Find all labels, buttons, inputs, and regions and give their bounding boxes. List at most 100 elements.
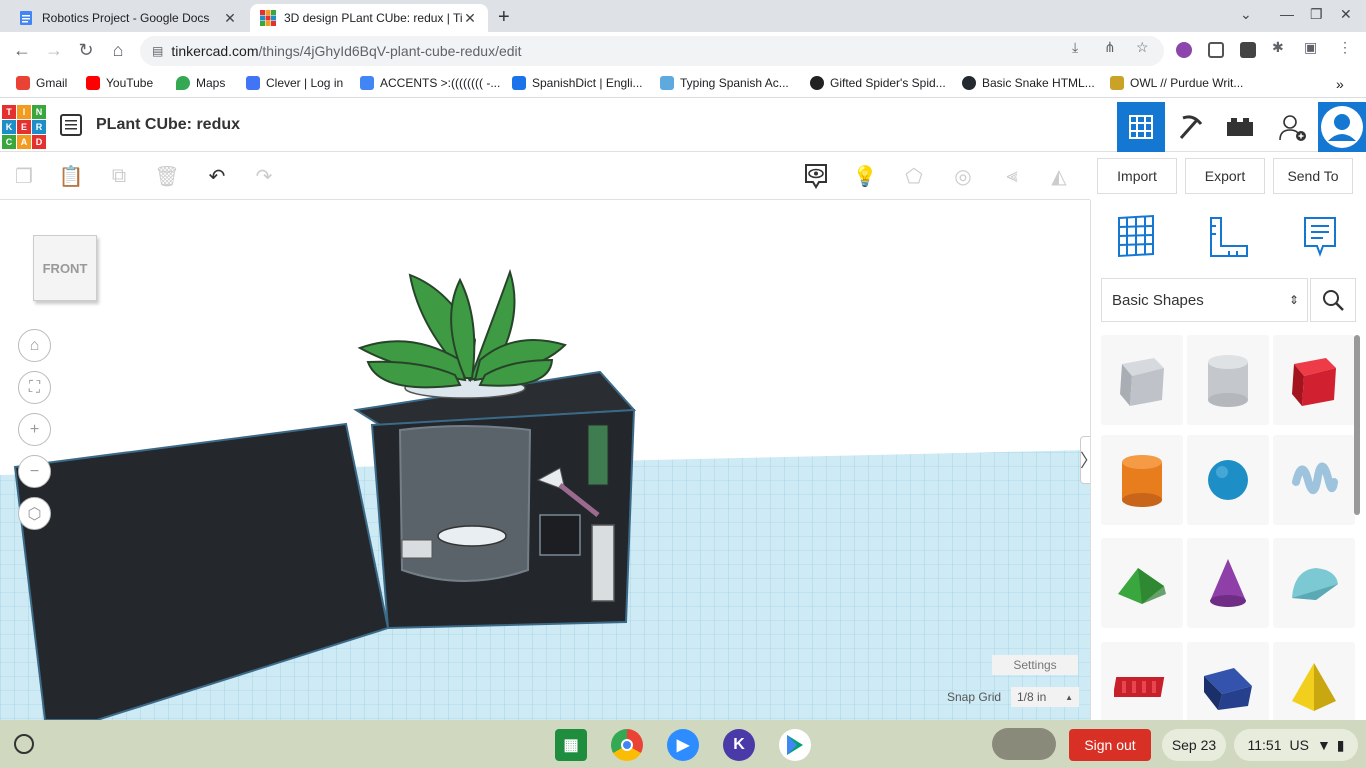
address-bar[interactable]: ▤ tinkercad.com/things/4jGhyId6BqV-plant… — [140, 36, 1164, 66]
shape-category-select[interactable]: Basic Shapes ⇕ — [1101, 278, 1308, 322]
bookmark-gmail[interactable]: Gmail — [16, 76, 67, 90]
shape-box-hole[interactable] — [1101, 335, 1183, 425]
workplane[interactable]: 〉 — [0, 200, 1090, 720]
shape-cylinder[interactable] — [1101, 435, 1183, 525]
classroom-icon[interactable]: ▦ — [555, 729, 587, 761]
bookmarks-overflow-icon[interactable]: » — [1336, 76, 1344, 92]
more-menu-icon[interactable]: ⋮ — [1338, 39, 1352, 56]
settings-button[interactable]: Settings — [992, 655, 1078, 675]
tab-tinkercad[interactable]: 3D design PLant CUbe: redux | Ti ✕ — [250, 4, 488, 32]
bookmark-typing-spanish[interactable]: Typing Spanish Ac... — [660, 76, 789, 90]
delete-icon[interactable]: 🗑 — [153, 162, 181, 190]
kami-icon[interactable]: K — [723, 729, 755, 761]
workplane-canvas[interactable] — [0, 200, 1090, 720]
minimize-icon[interactable]: — — [1280, 6, 1294, 22]
panel-collapse-icon[interactable]: 〉 — [1080, 436, 1090, 484]
shape-box[interactable] — [1273, 335, 1355, 425]
zoom-out-icon[interactable]: − — [18, 455, 51, 488]
bookmark-maps[interactable]: Maps — [176, 76, 225, 90]
back-icon[interactable]: ← — [11, 40, 33, 61]
3d-view-button[interactable] — [1117, 102, 1165, 152]
share-icon[interactable]: ⋔ — [1104, 39, 1116, 56]
date-pill[interactable]: Sep 23 — [1162, 729, 1226, 761]
bookmark-youtube[interactable]: YouTube — [86, 76, 153, 90]
bricks-button[interactable] — [1216, 102, 1264, 152]
lightbulb-icon[interactable]: 💡 — [851, 162, 879, 190]
restore-icon[interactable]: ❐ — [1310, 6, 1323, 23]
search-button[interactable] — [1310, 278, 1356, 322]
fit-view-icon[interactable]: ⛶ — [18, 371, 51, 404]
side-panel-icon[interactable]: ▣ — [1304, 39, 1317, 56]
bookmark-clever[interactable]: Clever | Log in — [246, 76, 343, 90]
shield-extension-icon[interactable] — [1208, 42, 1224, 58]
github-icon — [962, 76, 976, 90]
zoom-icon[interactable]: ▶ — [667, 729, 699, 761]
play-store-icon[interactable] — [779, 729, 811, 761]
screenshot-thumbnails[interactable] — [992, 728, 1056, 760]
chevron-down-icon[interactable]: ⌄ — [1240, 6, 1252, 23]
workplane-tool-icon[interactable] — [1115, 214, 1157, 258]
shape-round-roof[interactable] — [1273, 538, 1355, 628]
shape-cylinder-hole[interactable] — [1187, 335, 1269, 425]
redo-icon[interactable]: ↷ — [250, 162, 278, 190]
send-to-button[interactable]: Send To — [1273, 158, 1353, 194]
panel-scrollbar[interactable] — [1354, 335, 1360, 515]
profile-button[interactable] — [1318, 102, 1366, 152]
bookmark-accents[interactable]: ACCENTS >:(((((((( -... — [360, 76, 500, 90]
copy-icon[interactable]: ❐ — [10, 162, 38, 190]
cloud-icon — [660, 76, 674, 90]
show-hide-icon[interactable] — [802, 162, 830, 190]
new-tab-icon[interactable]: + — [498, 6, 510, 29]
system-tray[interactable]: 11:51 US ▼ ▮ — [1234, 729, 1358, 761]
window-close-icon[interactable]: ✕ — [1340, 6, 1352, 23]
home-view-icon[interactable]: ⌂ — [18, 329, 51, 362]
design-list-icon[interactable] — [60, 114, 82, 136]
bookmark-basic-snake[interactable]: Basic Snake HTML... — [962, 76, 1095, 90]
site-info-icon[interactable]: ▤ — [152, 44, 163, 58]
puzzle-icon[interactable]: ✱ — [1272, 39, 1284, 56]
launcher-icon[interactable] — [14, 734, 34, 754]
sign-out-button[interactable]: Sign out — [1069, 729, 1151, 761]
export-button[interactable]: Export — [1185, 158, 1265, 194]
tab-google-docs[interactable]: Robotics Project - Google Docs ✕ — [8, 4, 248, 32]
import-button[interactable]: Import — [1097, 158, 1177, 194]
design-title[interactable]: PLant CUbe: redux — [96, 116, 240, 134]
solid-shape-icon[interactable]: ⬠ — [900, 162, 928, 190]
forward-icon[interactable]: → — [43, 40, 65, 61]
mirror-icon[interactable]: ◭ — [1045, 162, 1073, 190]
codeblocks-button[interactable] — [1166, 102, 1214, 152]
zoom-in-icon[interactable]: + — [18, 413, 51, 446]
install-icon[interactable]: ⤓ — [1072, 39, 1078, 56]
bookmark-gifted-spider[interactable]: Gifted Spider's Spid... — [810, 76, 946, 90]
shape-roof[interactable] — [1101, 538, 1183, 628]
bookmark-spanishdict[interactable]: SpanishDict | Engli... — [512, 76, 643, 90]
reload-icon[interactable]: ↻ — [75, 40, 97, 61]
view-cube[interactable]: FRONT — [33, 235, 97, 301]
extension-icon[interactable] — [1240, 42, 1256, 58]
shape-pyramid[interactable] — [1273, 642, 1355, 720]
shape-sphere[interactable] — [1187, 435, 1269, 525]
duplicate-icon[interactable]: ⧉ — [105, 162, 133, 190]
shape-text[interactable] — [1101, 642, 1183, 720]
shape-wedge[interactable] — [1187, 642, 1269, 720]
ruler-icon[interactable] — [1207, 216, 1249, 258]
notes-icon[interactable] — [1303, 216, 1337, 258]
home-icon[interactable]: ⌂ — [107, 40, 129, 61]
chrome-icon[interactable] — [611, 729, 643, 761]
undo-icon[interactable]: ↶ — [203, 162, 231, 190]
shape-scribble[interactable] — [1273, 435, 1355, 525]
plant-leaves[interactable] — [357, 268, 567, 389]
tinkercad-logo[interactable]: T I N K E R C A D — [2, 105, 46, 149]
bookmark-owl-purdue[interactable]: OWL // Purdue Writ... — [1110, 76, 1243, 90]
shape-cone[interactable] — [1187, 538, 1269, 628]
close-icon[interactable]: ✕ — [222, 10, 238, 27]
hole-shape-icon[interactable]: ◎ — [949, 162, 977, 190]
close-icon[interactable]: ✕ — [462, 10, 478, 27]
snap-grid-select[interactable]: 1/8 in ▲ — [1011, 687, 1079, 707]
perspective-icon[interactable]: ⬡ — [18, 497, 51, 530]
invite-user-button[interactable] — [1268, 102, 1316, 152]
align-icon[interactable]: ⫷ — [998, 162, 1026, 190]
bookmark-star-icon[interactable]: ☆ — [1136, 39, 1149, 56]
kami-extension-icon[interactable] — [1176, 42, 1192, 58]
paste-icon[interactable]: 📋 — [57, 162, 85, 190]
